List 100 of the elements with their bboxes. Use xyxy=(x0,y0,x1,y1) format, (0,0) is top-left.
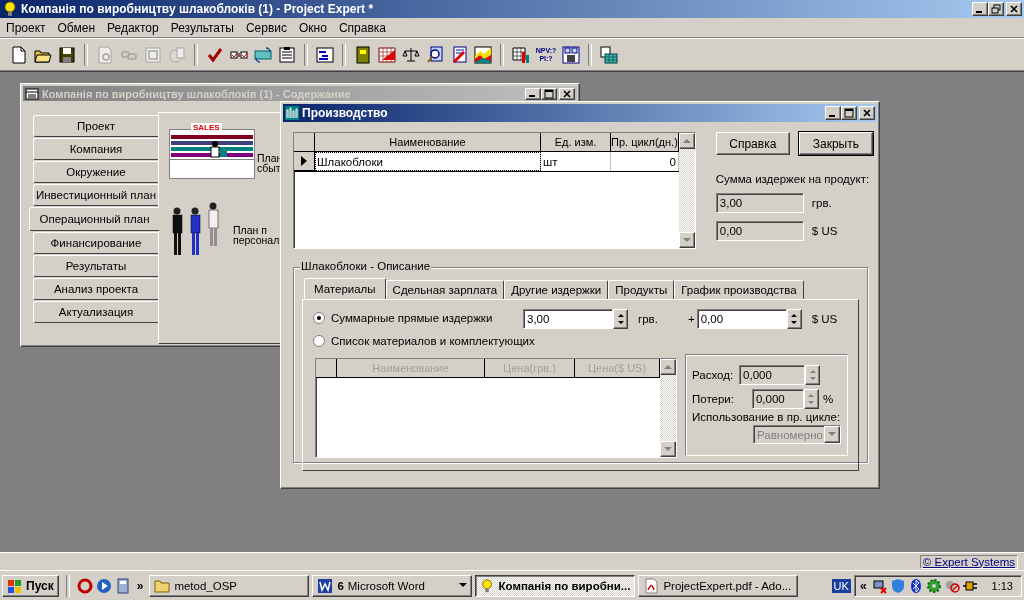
cost-input[interactable]: 3,00 xyxy=(523,309,613,329)
menu-item[interactable]: Обмен xyxy=(51,20,102,35)
tray-chevron[interactable]: « xyxy=(856,578,870,593)
minimize-button[interactable] xyxy=(825,106,841,120)
gantt-icon[interactable] xyxy=(314,44,336,66)
menu-item[interactable]: Окно xyxy=(293,20,333,35)
tab[interactable]: Продукты xyxy=(608,280,675,299)
taskbar-button[interactable]: 6 Microsoft Word xyxy=(312,574,473,597)
light-bulb-icon xyxy=(2,1,18,17)
up-arrow-icon xyxy=(682,138,691,144)
navigation-tab[interactable]: Проект xyxy=(33,115,159,137)
clock: 1:13 xyxy=(991,579,1013,592)
menu-item[interactable]: Проект xyxy=(0,20,52,35)
radio-button[interactable]: Список материалов и комплектующих xyxy=(313,335,535,347)
group-title: Шлакоблоки - Описание xyxy=(300,260,432,272)
area-chart-icon[interactable] xyxy=(472,44,494,66)
table-export-icon[interactable] xyxy=(598,44,620,66)
unit-label: грв. xyxy=(638,313,659,325)
calc-icon[interactable] xyxy=(560,44,582,66)
spinner[interactable] xyxy=(805,365,821,385)
minimize-icon xyxy=(976,10,982,13)
row-indicator[interactable] xyxy=(294,152,315,171)
tab[interactable]: Другие издержки xyxy=(504,280,609,299)
dialog-button[interactable]: Справка xyxy=(715,132,790,155)
scrollbar[interactable] xyxy=(660,359,676,457)
grid-chart-icon[interactable] xyxy=(376,44,398,66)
cost-field: 0,00 xyxy=(715,221,804,241)
calculator-icon[interactable] xyxy=(114,577,131,594)
taskbar-button[interactable]: Компанія по виробни... xyxy=(475,574,636,597)
browser-icon[interactable] xyxy=(76,577,93,594)
taskbar-button[interactable]: ProjectExpert.pdf - Ado... xyxy=(638,574,799,597)
factory-icon xyxy=(285,106,299,120)
app-title: Компанія по виробництву шлакоблоків (1) - Project Expert * xyxy=(21,2,374,16)
save-icon[interactable] xyxy=(56,44,78,66)
spinner[interactable] xyxy=(786,309,802,329)
maximize-icon xyxy=(844,108,854,118)
language-indicator[interactable]: UK xyxy=(831,578,851,593)
table-cell: шт xyxy=(541,152,611,171)
unit-label: $ US xyxy=(811,225,838,237)
media-player-icon[interactable] xyxy=(95,577,112,594)
network-icon[interactable] xyxy=(871,577,888,594)
close-icon xyxy=(562,88,572,99)
grid-bars-icon[interactable] xyxy=(510,44,532,66)
column-header[interactable]: Ед. изм. xyxy=(541,133,611,152)
pdf-icon xyxy=(643,577,660,594)
header-corner xyxy=(316,359,337,378)
percent-label: % xyxy=(822,393,834,405)
menu-item[interactable]: Результаты xyxy=(164,20,240,35)
menu-item[interactable]: Сервис xyxy=(239,20,293,35)
sales-sign: SALES xyxy=(191,123,222,132)
unit-label: $ US xyxy=(811,313,838,325)
restore-button[interactable] xyxy=(988,2,1004,16)
plus-sign: + xyxy=(688,313,695,325)
tab[interactable]: Материалы xyxy=(304,278,386,299)
navigation-tab[interactable]: Финансирование xyxy=(33,232,159,254)
gear-icon[interactable] xyxy=(925,577,942,594)
up-arrow-icon xyxy=(664,364,672,370)
table-cell: Шлакоблоки xyxy=(315,152,541,171)
navigation-tab[interactable]: Инвестиционный план xyxy=(33,184,159,206)
column-header[interactable]: Наименование xyxy=(315,133,541,152)
dialog-button[interactable]: Закрыть xyxy=(798,132,873,155)
website-link[interactable]: © Expert Systems xyxy=(919,554,1018,569)
navigation-tab[interactable]: Анализ проекта xyxy=(33,278,159,300)
refresh-icon[interactable] xyxy=(252,44,274,66)
quick-launch-chevron[interactable]: » xyxy=(133,578,147,593)
field-label: Использование в пр. цикле: xyxy=(692,411,841,423)
list-icon[interactable] xyxy=(276,44,298,66)
caret-icon xyxy=(459,583,468,588)
up-down-arrows-icon xyxy=(616,312,625,326)
menu-item[interactable]: Редактор xyxy=(101,20,165,35)
close-button[interactable] xyxy=(859,106,875,120)
field-label: Расход: xyxy=(692,369,734,381)
tab[interactable]: Сдельная зарплата xyxy=(385,280,505,299)
radio-button[interactable]: Суммарные прямые издержки xyxy=(313,312,493,324)
cost-field: 3,00 xyxy=(715,193,804,213)
navigation-tab[interactable]: Актуализация xyxy=(33,301,159,323)
column-header[interactable]: Пр. цикл(дн.) xyxy=(611,133,679,152)
light-bulb-icon xyxy=(480,577,495,594)
menu-item[interactable]: Справка xyxy=(332,20,392,35)
minimize-icon xyxy=(529,95,535,97)
taskbar-button[interactable]: metod_OSP xyxy=(149,574,310,597)
close-button[interactable] xyxy=(1006,2,1022,16)
minimize-button[interactable] xyxy=(972,2,988,16)
cost-input[interactable]: 0,00 xyxy=(696,309,787,329)
scrollbar[interactable] xyxy=(678,133,695,248)
folder-icon xyxy=(154,577,171,594)
section-description: План п персонал xyxy=(233,225,280,245)
navigation-tab[interactable]: Операционный план xyxy=(29,207,160,231)
header-corner xyxy=(294,133,315,152)
restore-icon xyxy=(991,4,1001,14)
navigation-tab[interactable]: Компания xyxy=(33,138,159,160)
caret-icon xyxy=(828,432,836,437)
spinner[interactable] xyxy=(613,309,628,329)
navigation-tab[interactable]: Окружение xyxy=(33,161,159,183)
close-icon xyxy=(862,108,872,118)
navigation-tab[interactable]: Результаты xyxy=(33,255,159,277)
spinner[interactable] xyxy=(803,389,819,409)
start-button[interactable]: Пуск xyxy=(2,574,59,597)
tab[interactable]: График производства xyxy=(674,280,804,299)
maximize-button[interactable] xyxy=(841,106,857,120)
